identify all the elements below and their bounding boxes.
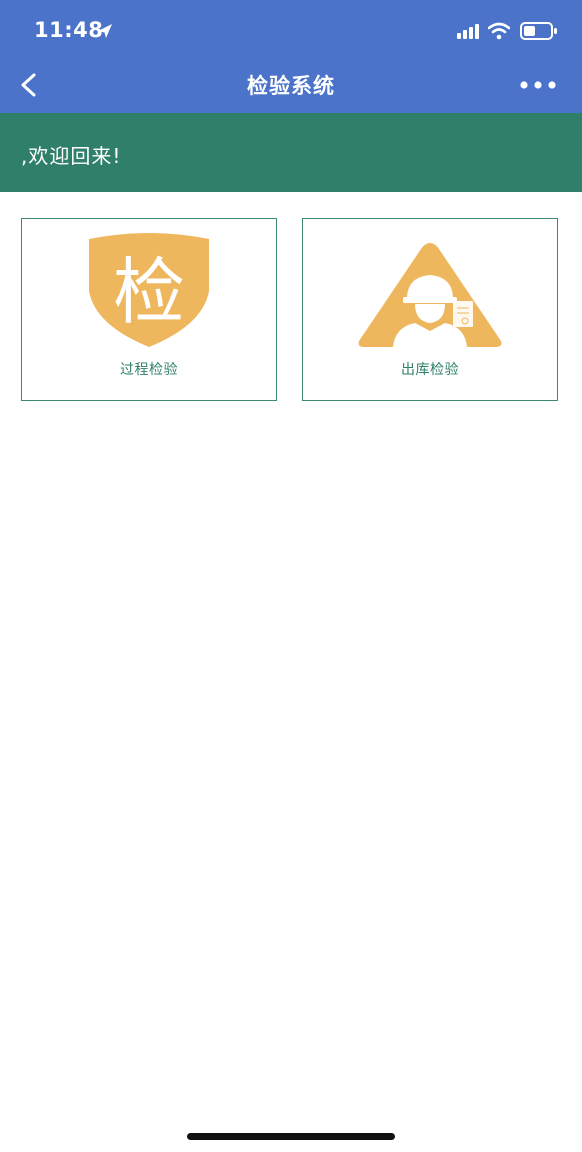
outbound-inspection-tile[interactable]: 出库检验 bbox=[302, 218, 558, 401]
signal-icon bbox=[457, 24, 479, 39]
shield-glyph: 检 bbox=[113, 250, 185, 334]
status-time: 11:48 bbox=[34, 18, 104, 42]
battery-icon bbox=[520, 22, 557, 40]
location-arrow-icon bbox=[98, 24, 112, 38]
more-options-button[interactable] bbox=[512, 72, 564, 98]
home-indicator[interactable] bbox=[187, 1133, 395, 1140]
tile-label: 过程检验 bbox=[120, 362, 178, 378]
shield-inspection-icon: 检 bbox=[89, 233, 209, 347]
app-screen: 11:48 检验系统 ,欢迎回来! 检 过程检验 出库检验 bbox=[0, 0, 582, 1152]
more-dots-icon bbox=[520, 81, 556, 89]
page-title: 检验系统 bbox=[247, 74, 335, 98]
welcome-text: ,欢迎回来! bbox=[21, 144, 122, 168]
app-header: 11:48 检验系统 bbox=[0, 0, 582, 113]
tile-label: 出库检验 bbox=[401, 362, 459, 378]
wifi-icon bbox=[488, 22, 510, 40]
worker-warning-icon bbox=[358, 243, 502, 347]
welcome-banner: ,欢迎回来! bbox=[0, 113, 582, 192]
process-inspection-tile[interactable]: 检 过程检验 bbox=[21, 218, 277, 401]
